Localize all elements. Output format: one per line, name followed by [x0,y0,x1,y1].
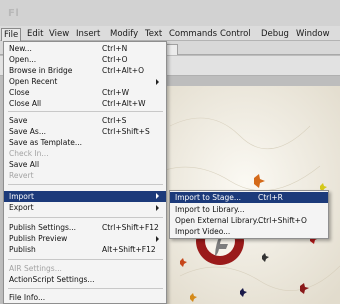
submenu-arrow-icon [156,193,159,199]
file-menu-revert: Revert [9,171,34,180]
menu-commands[interactable]: Commands [169,28,217,40]
menu-separator [8,259,163,260]
menu-separator [8,217,163,218]
file-menu-close-all[interactable]: Close All Ctrl+Alt+W [4,99,166,109]
menu-separator [8,111,163,112]
import-submenu: Import to Stage... Ctrl+R Import to Libr… [169,190,329,239]
file-menu-save[interactable]: Save Ctrl+S [4,116,166,126]
menu-text[interactable]: Text [145,28,162,40]
menu-bar: File Edit View Insert Modify Text Comman… [0,26,340,41]
file-menu-publish-settings[interactable]: Publish Settings... Ctrl+Shift+F12 [4,223,166,233]
file-menu-save-as-template[interactable]: Save as Template... [4,138,166,148]
menu-view[interactable]: View [49,28,69,40]
menu-control[interactable]: Control [220,28,251,40]
import-video[interactable]: Import Video... [170,226,328,237]
file-menu-air-settings: AIR Settings... [9,264,62,273]
file-menu-new[interactable]: New... Ctrl+N [4,44,166,54]
menu-insert[interactable]: Insert [76,28,100,40]
title-bar: Fl [0,0,340,26]
file-menu-close[interactable]: Close Ctrl+W [4,88,166,98]
file-menu-save-as[interactable]: Save As... Ctrl+Shift+S [4,127,166,137]
import-to-library[interactable]: Import to Library... [170,204,328,215]
open-external-library[interactable]: Open External Library... Ctrl+Shift+O [170,215,328,226]
file-menu-check-in: Check In... [9,149,49,158]
file-menu-file-info[interactable]: File Info... [4,293,166,303]
menu-modify[interactable]: Modify [110,28,138,40]
file-menu: New... Ctrl+N Open... Ctrl+O Browse in B… [3,41,167,304]
file-menu-save-all[interactable]: Save All [4,160,166,170]
flash-logo: Fl [8,8,20,19]
file-menu-open[interactable]: Open... Ctrl+O [4,55,166,65]
submenu-arrow-icon [156,236,159,242]
menu-file[interactable]: File [1,28,21,41]
file-menu-actionscript-settings[interactable]: ActionScript Settings... [4,275,166,285]
menu-edit[interactable]: Edit [27,28,43,40]
menu-separator [8,288,163,289]
menu-separator [8,184,163,185]
submenu-arrow-icon [156,205,159,211]
menu-debug[interactable]: Debug [261,28,289,40]
file-menu-open-recent[interactable]: Open Recent [4,77,166,87]
file-menu-browse-in-bridge[interactable]: Browse in Bridge Ctrl+Alt+O [4,66,166,76]
import-to-stage[interactable]: Import to Stage... Ctrl+R [170,192,328,203]
file-menu-import[interactable]: Import [4,191,166,202]
submenu-arrow-icon [156,79,159,85]
file-menu-publish[interactable]: Publish Alt+Shift+F12 [4,245,166,255]
file-menu-publish-preview[interactable]: Publish Preview [4,234,166,244]
menu-window[interactable]: Window [296,28,330,40]
file-menu-export[interactable]: Export [4,203,166,213]
